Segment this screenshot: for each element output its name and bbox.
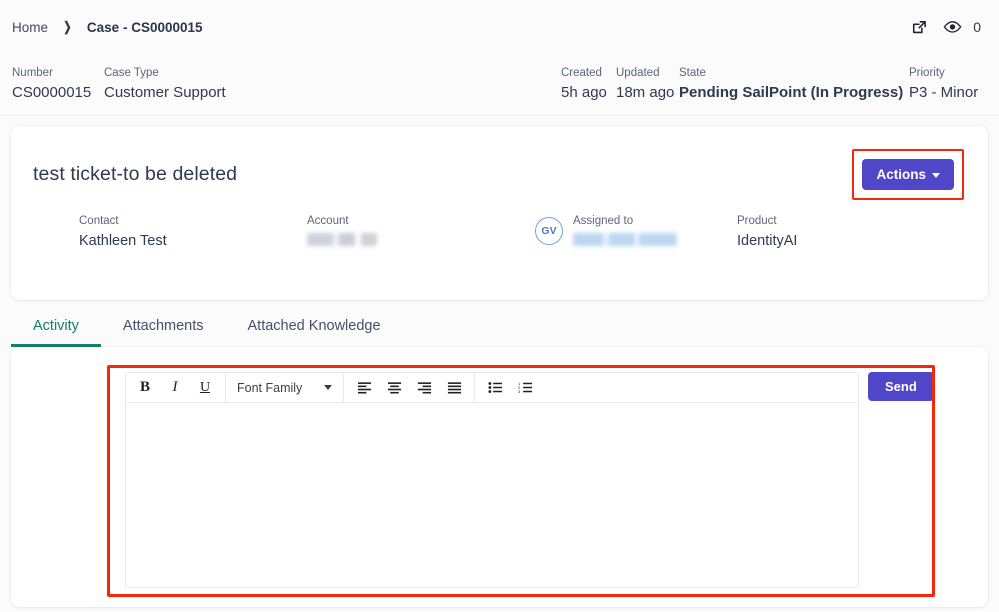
meta-field-updated: Updated 18m ago [616,66,679,102]
tab-attachments[interactable]: Attachments [101,317,226,347]
detail-value-contact[interactable]: Kathleen Test [79,232,167,251]
svg-text:3: 3 [518,389,521,394]
page-title: test ticket-to be deleted [33,162,238,185]
bold-button[interactable]: B [130,375,160,401]
detail-field-contact: Contact Kathleen Test [79,214,307,251]
toolbar-divider-2 [343,373,345,402]
tab-activity[interactable]: Activity [11,317,101,347]
detail-field-product: Product IdentityAI [737,214,937,251]
detail-label-contact: Contact [79,215,119,227]
rich-text-editor: B I U Font Family 1 2 3 [125,372,859,588]
top-bar-actions: 0 [909,17,981,37]
external-link-icon[interactable] [909,17,929,37]
actions-button[interactable]: Actions [862,158,954,190]
meta-value-updated: 18m ago [616,84,675,101]
bullet-list-icon[interactable] [480,375,510,401]
numbered-list-icon[interactable]: 1 2 3 [510,375,540,401]
breadcrumb-home-link[interactable]: Home [12,20,48,35]
meta-label-state: State [679,67,706,79]
toolbar-divider-3 [474,373,476,402]
detail-label-account: Account [307,215,349,227]
tab-attached-knowledge-label: Attached Knowledge [247,318,381,334]
detail-value-product: IdentityAI [737,233,798,249]
tab-attachments-label: Attachments [122,318,204,334]
comment-input[interactable] [126,403,858,587]
font-family-select[interactable]: Font Family [231,381,338,395]
breadcrumb-current-page: Case - CS0000015 [86,19,203,35]
meta-value-priority: P3 - Minor [909,84,979,101]
meta-field-case-type: Case Type Customer Support [104,66,304,102]
meta-label-created: Created [561,67,602,79]
case-detail-fields: Contact Kathleen Test Account GV Assigne… [11,200,988,251]
font-family-select-label: Font Family [237,380,303,395]
top-bar: Home ❯ Case - CS0000015 0 [0,0,999,54]
meta-field-priority: Priority P3 - Minor [909,66,985,102]
case-detail-card: test ticket-to be deleted Actions Contac… [11,126,988,300]
case-meta-left-group: Number CS0000015 Case Type Customer Supp… [12,66,304,102]
case-title-row: test ticket-to be deleted Actions [11,126,988,200]
toolbar-divider-1 [225,373,226,402]
meta-value-number: CS0000015 [12,84,92,101]
meta-label-priority: Priority [909,67,945,79]
detail-value-assigned-to-redacted[interactable] [573,233,677,246]
meta-label-updated: Updated [616,67,660,79]
align-left-icon[interactable] [349,375,379,401]
detail-field-account: Account [307,214,535,251]
avatar: GV [535,217,563,245]
actions-annotation-box: Actions [852,148,964,200]
comment-composer: B I U Font Family 1 2 3 Send [11,347,988,588]
actions-button-label: Actions [876,166,926,182]
case-meta-right-group: Created 5h ago Updated 18m ago State Pen… [561,66,985,102]
editor-toolbar: B I U Font Family 1 2 3 [126,373,858,403]
watch-count: 0 [973,19,981,35]
case-tabs: Activity Attachments Attached Knowledge [0,300,999,347]
send-button[interactable]: Send [868,372,934,401]
underline-button[interactable]: U [190,375,220,401]
case-meta-strip: Number CS0000015 Case Type Customer Supp… [0,54,999,116]
italic-button[interactable]: I [160,375,190,401]
eye-icon[interactable] [942,17,962,37]
meta-field-created: Created 5h ago [561,66,616,102]
chevron-down-icon [324,385,333,390]
detail-value-account-redacted[interactable] [307,233,377,246]
meta-field-state: State Pending SailPoint (In Progress) [679,66,909,102]
align-center-icon[interactable] [379,375,409,401]
detail-label-assigned-to: Assigned to [573,215,634,227]
meta-label-case-type: Case Type [104,67,159,79]
tab-activity-label: Activity [33,318,79,334]
activity-panel: B I U Font Family 1 2 3 Send [11,347,988,607]
meta-value-case-type: Customer Support [104,84,226,101]
tab-attached-knowledge[interactable]: Attached Knowledge [226,317,403,347]
breadcrumb: Home ❯ Case - CS0000015 [12,19,203,35]
meta-value-created: 5h ago [561,84,607,101]
caret-down-icon [932,172,940,178]
align-right-icon[interactable] [409,375,439,401]
align-justify-icon[interactable] [439,375,469,401]
chevron-right-icon: ❯ [63,19,72,34]
meta-field-number: Number CS0000015 [12,66,104,102]
detail-label-product: Product [737,215,777,227]
meta-value-state: Pending SailPoint (In Progress) [679,84,904,101]
detail-field-assigned-to: GV Assigned to [535,214,737,251]
meta-label-number: Number [12,67,53,79]
